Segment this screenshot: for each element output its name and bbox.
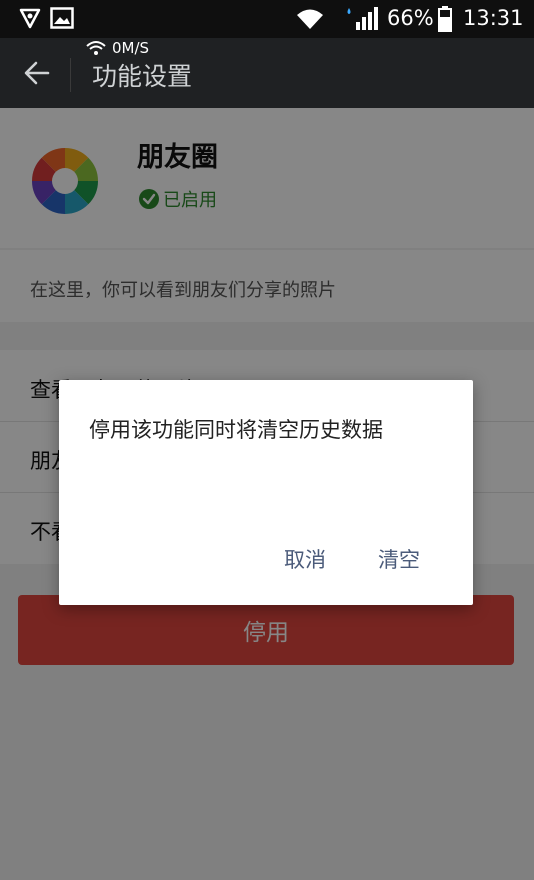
dialog-message: 停用该功能同时将清空历史数据 [89, 418, 383, 442]
clear-button[interactable]: 清空 [378, 544, 420, 574]
clock: 13:31 [463, 6, 524, 30]
back-button[interactable] [22, 58, 52, 88]
wifi-icon [296, 7, 324, 35]
page-title: 功能设置 [92, 62, 193, 91]
cancel-button[interactable]: 取消 [284, 544, 326, 574]
app-bar [0, 38, 534, 108]
status-bar: 66% 13:31 [0, 0, 534, 38]
app-bar-divider [70, 58, 71, 92]
network-speed-text: 0M/S [112, 39, 150, 57]
battery-icon [438, 6, 452, 36]
battery-percent: 66% [387, 6, 434, 30]
gallery-icon [50, 7, 74, 33]
arrow-left-icon [24, 61, 50, 85]
signal-icon [346, 6, 380, 36]
vpn-shield-icon [18, 6, 42, 34]
